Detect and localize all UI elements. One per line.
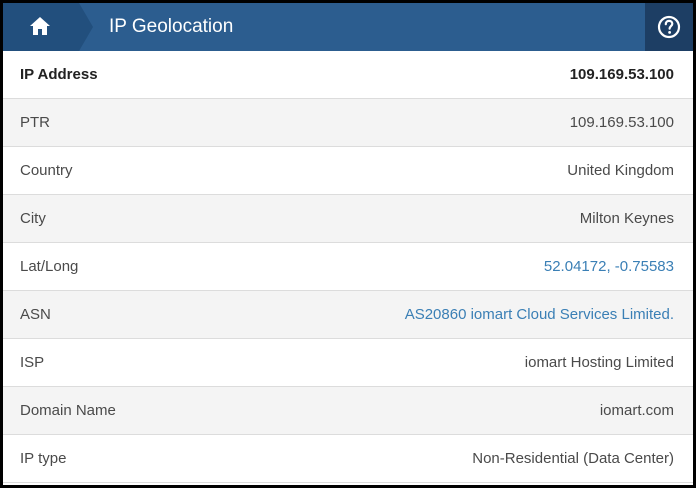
row-label: IP type <box>20 450 67 467</box>
table-row-ip-address: IP Address 109.169.53.100 <box>3 51 693 99</box>
row-label: City <box>20 210 46 227</box>
row-value: Milton Keynes <box>579 210 674 227</box>
row-value: Non-Residential (Data Center) <box>472 450 674 467</box>
row-label: Domain Name <box>20 402 116 419</box>
help-icon <box>657 15 681 39</box>
home-icon <box>30 17 50 35</box>
row-label: PTR <box>20 114 50 131</box>
table-row-isp: ISP iomart Hosting Limited <box>3 339 693 387</box>
table-row-ip-type: IP type Non-Residential (Data Center) <box>3 435 693 483</box>
geolocation-panel: IP Geolocation IP Address 109.169.53.100… <box>0 0 696 488</box>
table-row-asn: ASN AS20860 iomart Cloud Services Limite… <box>3 291 693 339</box>
row-value: 109.169.53.100 <box>569 66 674 83</box>
table-row-ptr: PTR 109.169.53.100 <box>3 99 693 147</box>
header-bar: IP Geolocation <box>3 3 693 51</box>
home-button[interactable] <box>3 3 93 51</box>
row-value: United Kingdom <box>567 162 674 179</box>
row-value: iomart.com <box>599 402 674 419</box>
table-row-city: City Milton Keynes <box>3 195 693 243</box>
row-value: 109.169.53.100 <box>569 114 674 131</box>
asn-link[interactable]: AS20860 iomart Cloud Services Limited. <box>405 306 674 323</box>
table-row-domain-name: Domain Name iomart.com <box>3 387 693 435</box>
table-row-country: Country United Kingdom <box>3 147 693 195</box>
row-value: iomart Hosting Limited <box>524 354 674 371</box>
table-row-lat-long: Lat/Long 52.04172, -0.75583 <box>3 243 693 291</box>
row-label: ISP <box>20 354 45 371</box>
info-table: IP Address 109.169.53.100 PTR 109.169.53… <box>3 51 693 483</box>
row-label: IP Address <box>20 66 98 83</box>
row-label: Country <box>20 162 73 179</box>
page-title: IP Geolocation <box>109 16 234 37</box>
row-label: Lat/Long <box>20 258 79 275</box>
help-button[interactable] <box>645 3 693 51</box>
row-label: ASN <box>20 306 51 323</box>
lat-long-link[interactable]: 52.04172, -0.75583 <box>544 258 674 275</box>
